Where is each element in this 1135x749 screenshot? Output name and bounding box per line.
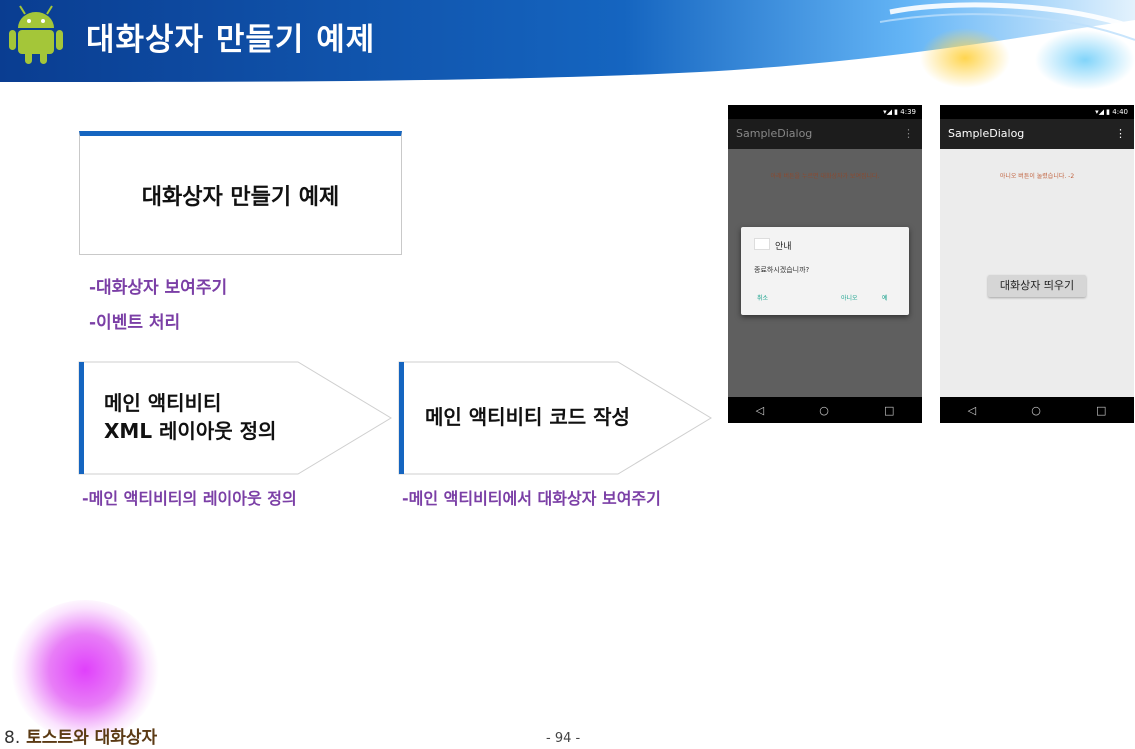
dialog-title: 안내: [775, 242, 792, 252]
instruction-text: 아래 버튼을 누르면 대화상자가 보여집니다.: [770, 173, 880, 180]
recents-icon[interactable]: □: [1096, 404, 1106, 417]
decorative-blob: [10, 600, 160, 740]
result-text: 아니오 버튼이 눌렸습니다. -2: [999, 173, 1075, 180]
app-content-dimmed: 아래 버튼을 누르면 대화상자가 보여집니다. 안내 종료하시겠습니까? 취소 …: [728, 149, 922, 423]
step-1-caption: -메인 액티비티의 레이아웃 정의: [82, 489, 297, 508]
step-1-line-2: XML 레이아웃 정의: [104, 419, 277, 443]
dialog-message: 종료하시겠습니까?: [754, 266, 810, 274]
step-2-line-1: 메인 액티비티 코드 작성: [425, 405, 630, 429]
footer-section-title: 8. 토스트와 대화상자: [4, 723, 157, 748]
navigation-bar: ◁ ○ □: [728, 397, 922, 423]
section-number: 8.: [4, 728, 21, 748]
status-bar: ▾◢ ▮ 4:40: [940, 105, 1134, 119]
android-logo-icon: [9, 5, 63, 64]
app-content: 아니오 버튼이 눌렸습니다. -2 대화상자 띄우기 ◁ ○ □: [940, 149, 1134, 423]
overflow-menu-icon[interactable]: ⋮: [903, 119, 914, 149]
phone-screenshot-dialog: ▾◢ ▮ 4:39 SampleDialog ⋮ 아래 버튼을 누르면 대화상자…: [728, 105, 922, 449]
app-title: SampleDialog: [948, 127, 1025, 140]
step-1-label: 메인 액티비티 XML 레이아웃 정의: [104, 389, 276, 445]
app-bar: SampleDialog ⋮: [728, 119, 922, 149]
overflow-menu-icon[interactable]: ⋮: [1115, 119, 1126, 149]
back-icon[interactable]: ◁: [756, 404, 764, 417]
example-title: 대화상자 만들기 예제: [141, 185, 340, 210]
app-title: SampleDialog: [736, 127, 813, 140]
home-icon[interactable]: ○: [819, 404, 829, 417]
bullet-event-handling: -이벤트 처리: [89, 313, 181, 333]
alert-dialog: 안내 종료하시겠습니까? 취소 아니오 예: [741, 227, 909, 315]
step-2-label: 메인 액티비티 코드 작성: [425, 403, 630, 431]
bullet-show-dialog: -대화상자 보여주기: [89, 278, 228, 298]
phone-screenshot-result: ▾◢ ▮ 4:40 SampleDialog ⋮ 아니오 버튼이 눌렸습니다. …: [940, 105, 1134, 449]
step-2-caption: -메인 액티비티에서 대화상자 보여주기: [402, 489, 661, 508]
home-icon[interactable]: ○: [1031, 404, 1041, 417]
page-number: - 94 -: [546, 731, 581, 746]
status-bar: ▾◢ ▮ 4:39: [728, 105, 922, 119]
section-title: 토스트와 대화상자: [26, 728, 158, 748]
example-title-box: 대화상자 만들기 예제: [79, 131, 402, 255]
back-icon[interactable]: ◁: [968, 404, 976, 417]
show-dialog-button[interactable]: 대화상자 띄우기: [988, 275, 1086, 297]
dialog-cancel-button[interactable]: 취소: [757, 293, 768, 302]
dialog-yes-button[interactable]: 예: [882, 293, 888, 302]
slide-title: 대화상자 만들기 예제: [86, 22, 376, 58]
step-1-line-1: 메인 액티비티: [104, 391, 222, 415]
app-bar: SampleDialog ⋮: [940, 119, 1134, 149]
header-banner: 대화상자 만들기 예제: [0, 0, 1135, 90]
dialog-no-button[interactable]: 아니오: [841, 293, 858, 302]
dialog-icon: [754, 238, 770, 250]
navigation-bar: ◁ ○ □: [940, 397, 1134, 423]
recents-icon[interactable]: □: [884, 404, 894, 417]
